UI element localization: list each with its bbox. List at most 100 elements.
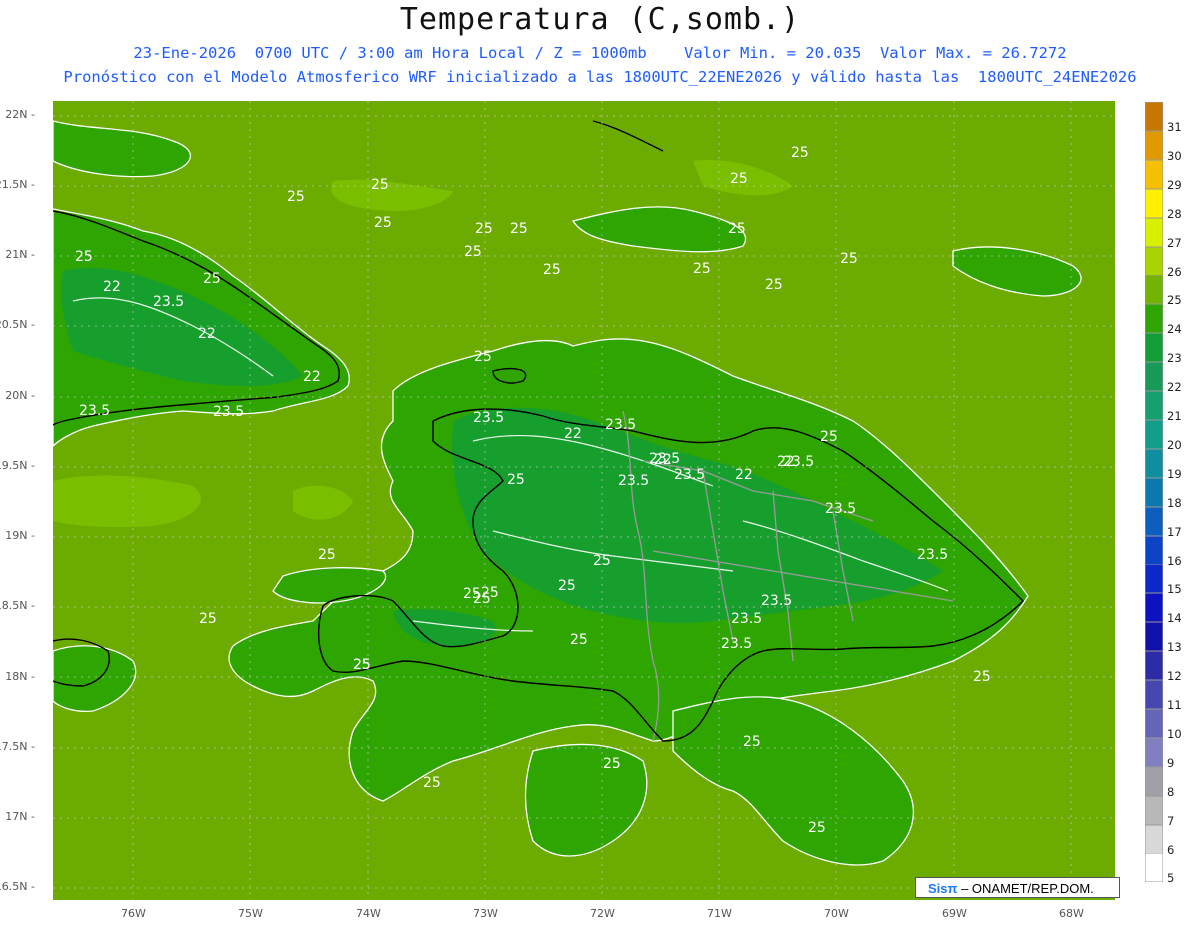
lat-tick-label: 18.5N - bbox=[0, 599, 35, 612]
colorbar-swatch bbox=[1145, 448, 1163, 478]
colorbar-label: 15 bbox=[1167, 582, 1182, 597]
colorbar-label: 16 bbox=[1167, 553, 1182, 568]
colorbar-swatch bbox=[1145, 795, 1163, 825]
colorbar-swatch bbox=[1145, 419, 1163, 449]
contour-value-label: 23.5 bbox=[825, 501, 856, 517]
contour-value-label: 25 bbox=[603, 756, 621, 772]
credit-text: – ONAMET/REP.DOM. bbox=[961, 881, 1094, 896]
colorbar-swatch bbox=[1145, 102, 1163, 131]
lon-tick-label: 73W bbox=[473, 907, 498, 920]
colorbar-swatch bbox=[1145, 477, 1163, 507]
south-center-region bbox=[524, 743, 648, 857]
contour-value-label: 23.5 bbox=[674, 467, 705, 483]
colorbar-swatch bbox=[1145, 188, 1163, 218]
lon-tick-label: 72W bbox=[590, 907, 615, 920]
colorbar-label: 29 bbox=[1167, 177, 1182, 192]
colorbar-label: 13 bbox=[1167, 640, 1182, 655]
lon-tick-label: 69W bbox=[942, 907, 967, 920]
contour-value-label: 23.5 bbox=[213, 404, 244, 420]
contour-value-label: 23.5 bbox=[618, 473, 649, 489]
colorbar-swatch bbox=[1145, 766, 1163, 796]
colorbar-swatch bbox=[1145, 593, 1163, 623]
contour-value-label: 23.5 bbox=[761, 593, 792, 609]
lon-tick-label: 75W bbox=[238, 907, 263, 920]
colorbar-label: 31 bbox=[1167, 120, 1182, 134]
contour-value-label: 23.5 bbox=[153, 294, 184, 310]
contour-value-label: 25 bbox=[203, 271, 221, 287]
colorbar-label: 24 bbox=[1167, 322, 1182, 337]
lon-tick-label: 68W bbox=[1059, 907, 1084, 920]
contour-value-label: 25 bbox=[973, 669, 991, 685]
colorbar-swatch bbox=[1145, 246, 1163, 276]
contour-value-label: 23.5 bbox=[605, 417, 636, 433]
contour-value-label: 25 bbox=[287, 189, 305, 205]
colorbar-swatch bbox=[1145, 362, 1163, 392]
temperature-map: 25 25 25 25 25 25 25 25 25 25 25 25 25 25 25 22 23.5 22 22… bbox=[53, 101, 1115, 900]
contour-value-label: 25 bbox=[728, 221, 746, 237]
lat-tick-label: 19N - bbox=[5, 529, 35, 542]
colorbar-label: 30 bbox=[1167, 148, 1182, 163]
colorbar-label: 25 bbox=[1167, 293, 1182, 308]
colorbar-swatch bbox=[1145, 130, 1163, 160]
subtitle-model-info: Pronóstico con el Modelo Atmosferico WRF… bbox=[63, 68, 1137, 86]
colorbar-swatch bbox=[1145, 159, 1163, 189]
colorbar-label: 14 bbox=[1167, 611, 1182, 626]
colorbar-label: 21 bbox=[1167, 409, 1182, 423]
colorbar-swatch bbox=[1145, 824, 1163, 854]
colorbar-swatch bbox=[1145, 651, 1163, 681]
contour-value-label: 22 bbox=[735, 467, 753, 483]
colorbar-label: 9 bbox=[1167, 755, 1175, 770]
contour-value-label: 25 bbox=[743, 734, 761, 750]
contour-value-label: 25 bbox=[473, 591, 491, 607]
caribbean-south-region bbox=[672, 696, 915, 866]
contour-value-label: 25 bbox=[507, 472, 525, 488]
contour-value-label: 23.5 bbox=[917, 547, 948, 563]
colorbar-label: 12 bbox=[1167, 669, 1182, 684]
contour-value-label: 25 bbox=[840, 251, 858, 267]
contour-value-label: 25 bbox=[808, 820, 826, 836]
contour-value-label: 25 bbox=[371, 177, 389, 193]
lat-tick-label: 19.5N - bbox=[0, 459, 35, 472]
colorbar-label: 7 bbox=[1167, 813, 1175, 828]
contour-value-label: 25 bbox=[730, 171, 748, 187]
colorbar-label: 10 bbox=[1167, 726, 1182, 741]
colorbar-label: 5 bbox=[1167, 871, 1175, 886]
lat-tick-label: 18N - bbox=[5, 670, 35, 683]
colorbar-swatch bbox=[1145, 680, 1163, 709]
lon-tick-label: 71W bbox=[707, 907, 732, 920]
north-islands-region-3 bbox=[952, 246, 1082, 297]
colorbar-label: 19 bbox=[1167, 466, 1182, 481]
contour-value-label: 22 bbox=[303, 369, 321, 385]
subtitle-date-values: 23-Ene-2026 0700 UTC / 3:00 am Hora Loca… bbox=[133, 44, 1067, 62]
lat-tick-label: 16.5N - bbox=[0, 880, 35, 893]
colorbar-label: 8 bbox=[1167, 784, 1175, 799]
credit-brand: Sisπ bbox=[928, 881, 958, 896]
lon-tick-label: 74W bbox=[356, 907, 381, 920]
colorbar-label: 28 bbox=[1167, 206, 1182, 221]
contour-value-label: 25 bbox=[353, 657, 371, 673]
lat-tick-label: 20.5N - bbox=[0, 318, 35, 331]
contour-value-label: 23.5 bbox=[731, 611, 762, 627]
colorbar-swatch bbox=[1145, 391, 1163, 420]
contour-value-label: 25 bbox=[510, 221, 528, 237]
colorbar-swatch bbox=[1145, 333, 1163, 363]
colorbar-label: 22 bbox=[1167, 380, 1182, 395]
contour-value-label: 25 bbox=[475, 221, 493, 237]
colorbar-swatch bbox=[1145, 535, 1163, 565]
contour-value-label: 23.5 bbox=[79, 403, 110, 419]
lat-tick-label: 17.5N - bbox=[0, 740, 35, 753]
contour-value-label: 25 bbox=[558, 578, 576, 594]
chart-title: Temperatura (C,somb.) bbox=[399, 2, 801, 37]
contour-value-label: 25 bbox=[820, 429, 838, 445]
lat-tick-label: 22N - bbox=[5, 108, 35, 121]
colorbar-swatch bbox=[1145, 853, 1163, 883]
contour-value-label: 25 bbox=[693, 261, 711, 277]
contour-value-label: 25 bbox=[765, 277, 783, 293]
colorbar-label: 27 bbox=[1167, 235, 1182, 250]
contour-value-label: 25 bbox=[543, 262, 561, 278]
contour-value-label: 25 bbox=[318, 547, 336, 563]
colorbar-label: 20 bbox=[1167, 437, 1182, 452]
lon-tick-label: 76W bbox=[121, 907, 146, 920]
colorbar-swatch bbox=[1145, 275, 1163, 305]
north-islands-region-2 bbox=[53, 120, 192, 178]
